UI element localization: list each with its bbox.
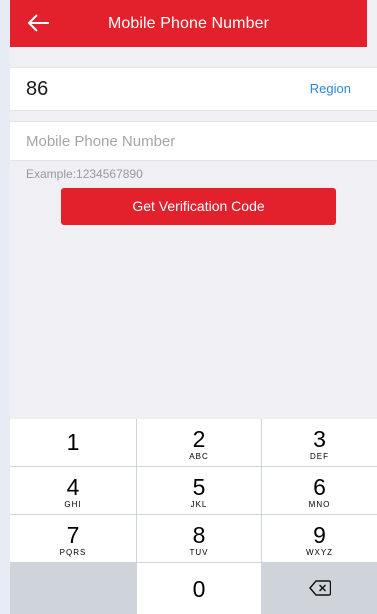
region-row: 86 Region: [10, 67, 377, 111]
key-letters: WXYZ: [305, 548, 334, 557]
get-verification-code-button[interactable]: Get Verification Code: [61, 188, 336, 225]
key-letters: GHI: [64, 500, 82, 509]
key-2[interactable]: 2 ABC: [137, 419, 261, 466]
key-digit: 7: [66, 522, 80, 548]
phone-row: [10, 121, 377, 161]
phone-number-screen: Mobile Phone Number 86 Region Example:12…: [10, 0, 377, 614]
key-letters: ABC: [189, 452, 209, 461]
page-title: Mobile Phone Number: [107, 15, 270, 32]
key-5[interactable]: 5 JKL: [137, 467, 261, 514]
key-digit: 0: [192, 576, 206, 602]
key-digit: 2: [192, 426, 206, 452]
left-edge-strip: [0, 0, 10, 614]
delete-key[interactable]: [262, 563, 377, 614]
key-1[interactable]: 1: [10, 419, 136, 466]
key-blank: [10, 563, 136, 614]
key-digit: 8: [192, 522, 206, 548]
key-7[interactable]: 7 PQRS: [10, 515, 136, 562]
backspace-icon: [308, 580, 331, 596]
key-digit: 9: [313, 522, 326, 548]
key-3[interactable]: 3 DEF: [262, 419, 377, 466]
key-letters: JKL: [190, 500, 208, 509]
region-button[interactable]: Region: [310, 68, 351, 110]
header-bar: Mobile Phone Number: [10, 0, 367, 47]
key-8[interactable]: 8 TUV: [137, 515, 261, 562]
key-digit: 1: [66, 429, 80, 455]
phone-number-input[interactable]: [26, 122, 346, 160]
key-digit: 5: [192, 474, 206, 500]
key-4[interactable]: 4 GHI: [10, 467, 136, 514]
key-letters: PQRS: [59, 548, 87, 557]
top-spacer: [10, 47, 377, 67]
key-digit: 6: [313, 474, 326, 500]
key-6[interactable]: 6 MNO: [262, 467, 377, 514]
key-letters: TUV: [189, 548, 209, 557]
key-letters: MNO: [308, 500, 331, 509]
key-digit: 4: [66, 474, 80, 500]
numeric-keypad: 1 2 ABC 3 DEF 4 GHI 5 JKL 6 MNO 7 PQRS 8…: [10, 419, 377, 614]
key-0[interactable]: 0: [137, 563, 261, 614]
country-code: 86: [26, 78, 49, 100]
key-letters: DEF: [310, 452, 329, 461]
example-hint: Example:1234567890: [26, 167, 143, 181]
key-digit: 3: [313, 426, 326, 452]
key-9[interactable]: 9 WXYZ: [262, 515, 377, 562]
